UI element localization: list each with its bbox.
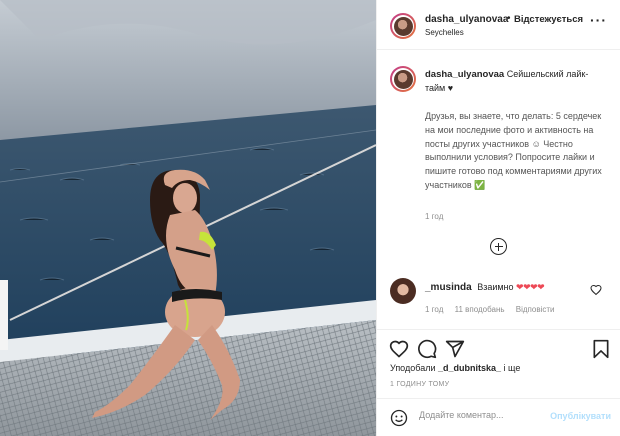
post-time[interactable]: 1 ГОДИНУ ТОМУ xyxy=(390,381,449,388)
author-avatar[interactable] xyxy=(390,13,416,39)
comment-text: Взаимно xyxy=(477,282,514,292)
comment-meta: 1 год 11 вподобань Відповісти xyxy=(425,305,564,314)
add-comment-row: Опублікувати xyxy=(377,398,620,436)
caption-username[interactable]: dasha_ulyanovaa xyxy=(425,69,504,80)
liked-by-user[interactable]: _d_dubnitska_ xyxy=(438,363,501,373)
emoji-icon[interactable] xyxy=(390,409,408,427)
post-side-panel: dasha_ulyanovaa • Відстежується Seychell… xyxy=(376,0,620,436)
bookmark-icon[interactable] xyxy=(591,339,611,359)
comment-time: 1 год xyxy=(425,305,444,314)
comment-likes[interactable]: 11 вподобань xyxy=(455,305,505,314)
post-header: dasha_ulyanovaa • Відстежується Seychell… xyxy=(377,0,620,50)
following-button[interactable]: Відстежується xyxy=(514,14,583,25)
caption-heading: dasha_ulyanovaa Сейшельский лайк-тайм ♥ xyxy=(425,68,605,95)
caption-body: Друзья, вы знаете, что делать: 5 сердече… xyxy=(425,111,602,190)
comment: _musinda Взаимно ❤❤❤❤ xyxy=(425,282,545,293)
publish-button[interactable]: Опублікувати xyxy=(550,411,611,421)
share-icon[interactable] xyxy=(445,339,465,359)
liked-by-prefix: Уподобали xyxy=(390,363,436,373)
comment-icon[interactable] xyxy=(417,339,437,359)
add-comment-input[interactable] xyxy=(419,410,539,420)
post-photo[interactable] xyxy=(0,0,376,436)
location-link[interactable]: Seychelles xyxy=(425,28,464,37)
author-username[interactable]: dasha_ulyanovaa xyxy=(425,14,508,25)
comment-reply[interactable]: Відповісти xyxy=(516,305,555,314)
more-icon[interactable]: ··· xyxy=(590,12,607,28)
comment-username[interactable]: _musinda xyxy=(425,282,472,293)
liked-by: Уподобали _d_dubnitska_ і ще xyxy=(390,363,520,373)
heart-icon[interactable] xyxy=(389,339,409,359)
commenter-avatar[interactable] xyxy=(390,278,416,304)
separator-dot: • xyxy=(507,13,511,24)
comment-hearts: ❤❤❤❤ xyxy=(516,282,545,292)
caption-avatar[interactable] xyxy=(390,66,416,92)
plus-circle-icon[interactable] xyxy=(490,238,507,255)
liked-by-suffix[interactable]: і ще xyxy=(504,363,521,373)
caption-time: 1 год xyxy=(425,212,444,221)
comment-heart-icon[interactable] xyxy=(590,284,602,296)
